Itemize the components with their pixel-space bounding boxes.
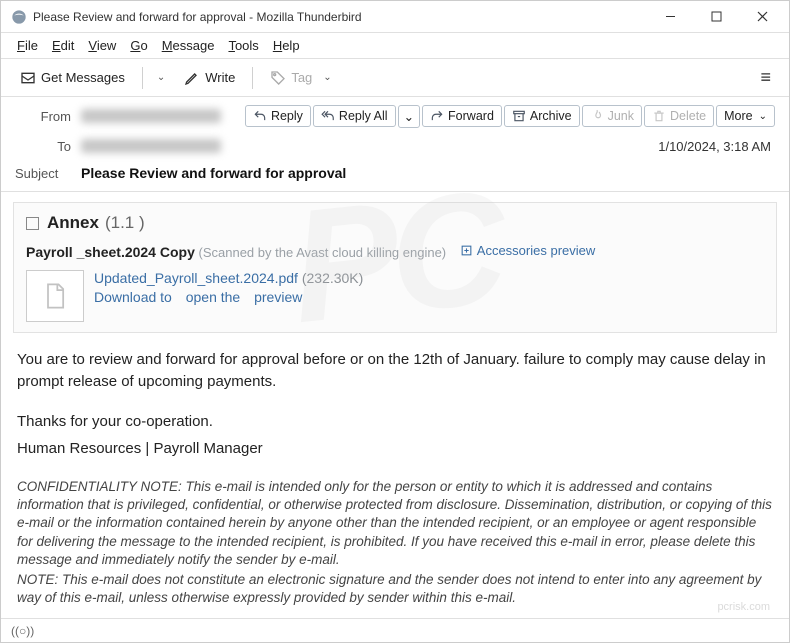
tag-button[interactable]: Tag ⌄: [261, 63, 346, 92]
get-messages-dropdown[interactable]: ⌄: [151, 68, 171, 87]
body-signature: Human Resources | Payroll Manager: [17, 438, 773, 460]
forward-icon: [430, 109, 444, 123]
attachment-title: Payroll _sheet.2024 Copy: [26, 244, 195, 260]
body-thanks: Thanks for your co-operation.: [17, 411, 773, 433]
accessories-preview-link[interactable]: Accessories preview: [460, 243, 596, 258]
subject-label: Subject: [15, 166, 71, 181]
attachment-row: Updated_Payroll_sheet.2024.pdf (232.30K)…: [26, 270, 764, 322]
attachment-thumbnail[interactable]: [26, 270, 84, 322]
to-label: To: [15, 139, 71, 154]
write-label: Write: [205, 70, 235, 85]
menu-message[interactable]: Message: [156, 36, 221, 55]
forward-label: Forward: [448, 109, 494, 123]
reply-all-dropdown[interactable]: ⌄: [398, 105, 420, 128]
email-content: You are to review and forward for approv…: [13, 349, 777, 608]
body-paragraph-1: You are to review and forward for approv…: [17, 349, 773, 393]
flame-icon: [590, 109, 604, 123]
maximize-button[interactable]: [693, 1, 739, 33]
from-label: From: [15, 109, 71, 124]
get-messages-label: Get Messages: [41, 70, 125, 85]
menu-go[interactable]: Go: [124, 36, 153, 55]
preview-icon: [460, 244, 473, 257]
archive-label: Archive: [530, 109, 572, 123]
attachment-scan-note: (Scanned by the Avast cloud killing engi…: [199, 245, 447, 260]
more-button[interactable]: More ⌄: [716, 105, 775, 127]
menu-help[interactable]: Help: [267, 36, 306, 55]
accessories-preview-label: Accessories preview: [477, 243, 596, 258]
reply-label: Reply: [271, 109, 303, 123]
forward-button[interactable]: Forward: [422, 105, 502, 127]
reply-all-button[interactable]: Reply All: [313, 105, 396, 127]
main-toolbar: Get Messages ⌄ Write Tag ⌄ ≡: [1, 59, 789, 97]
title-bar: Please Review and forward for approval -…: [1, 1, 789, 33]
tag-label: Tag: [291, 70, 312, 85]
write-button[interactable]: Write: [175, 65, 244, 91]
menu-bar: File Edit View Go Message Tools Help: [1, 33, 789, 59]
to-value: [81, 139, 221, 153]
get-messages-button[interactable]: Get Messages: [11, 65, 134, 91]
status-bar: ((○)): [1, 618, 789, 642]
separator: [252, 67, 253, 89]
thunderbird-icon: [11, 9, 27, 25]
subject-value: Please Review and forward for approval: [81, 165, 346, 181]
file-icon: [41, 282, 69, 310]
menu-file[interactable]: File: [11, 36, 44, 55]
message-header: From Reply Reply All ⌄ Forward Archive J…: [1, 97, 789, 192]
annex-count: (1.1 ): [105, 213, 145, 233]
close-button[interactable]: [739, 1, 785, 33]
separator: [142, 67, 143, 89]
menu-edit[interactable]: Edit: [46, 36, 80, 55]
legal-note: NOTE: This e-mail does not constitute an…: [17, 571, 773, 607]
reply-button[interactable]: Reply: [245, 105, 311, 127]
tag-icon: [270, 70, 286, 86]
junk-label: Junk: [608, 109, 634, 123]
archive-button[interactable]: Archive: [504, 105, 580, 127]
connection-indicator-icon[interactable]: ((○)): [11, 624, 34, 638]
delete-button[interactable]: Delete: [644, 105, 714, 127]
message-date: 1/10/2024, 3:18 AM: [658, 139, 775, 154]
app-menu-button[interactable]: ≡: [752, 63, 779, 92]
inbox-icon: [20, 70, 36, 86]
attachment-panel: Annex (1.1 ) Payroll _sheet.2024 Copy (S…: [13, 202, 777, 333]
message-body-pane[interactable]: Annex (1.1 ) Payroll _sheet.2024 Copy (S…: [1, 192, 789, 618]
menu-tools[interactable]: Tools: [222, 36, 264, 55]
app-window: Please Review and forward for approval -…: [0, 0, 790, 643]
confidentiality-note: CONFIDENTIALITY NOTE: This e-mail is int…: [17, 478, 773, 569]
preview-link[interactable]: preview: [254, 289, 302, 305]
attachment-filename[interactable]: Updated_Payroll_sheet.2024.pdf: [94, 270, 298, 286]
reply-all-label: Reply All: [339, 109, 388, 123]
minimize-button[interactable]: [647, 1, 693, 33]
trash-icon: [652, 109, 666, 123]
pencil-icon: [184, 70, 200, 86]
annex-label: Annex: [47, 213, 99, 233]
attachment-actions: Download to open the preview: [94, 289, 363, 305]
checkbox-icon[interactable]: [26, 217, 39, 230]
delete-label: Delete: [670, 109, 706, 123]
attachment-panel-title: Annex (1.1 ): [26, 213, 764, 233]
attachment-filesize: (232.30K): [302, 270, 363, 286]
more-label: More: [724, 109, 752, 123]
from-value: [81, 109, 221, 123]
open-link[interactable]: open the: [186, 289, 241, 305]
reply-all-icon: [321, 109, 335, 123]
window-title: Please Review and forward for approval -…: [33, 10, 647, 24]
download-link[interactable]: Download to: [94, 289, 172, 305]
header-actions: Reply Reply All ⌄ Forward Archive Junk D…: [245, 105, 775, 128]
tag-dropdown-icon: ⌄: [317, 68, 337, 87]
chevron-down-icon: ⌄: [759, 111, 767, 122]
menu-view[interactable]: View: [82, 36, 122, 55]
junk-button[interactable]: Junk: [582, 105, 642, 127]
archive-icon: [512, 109, 526, 123]
reply-icon: [253, 109, 267, 123]
